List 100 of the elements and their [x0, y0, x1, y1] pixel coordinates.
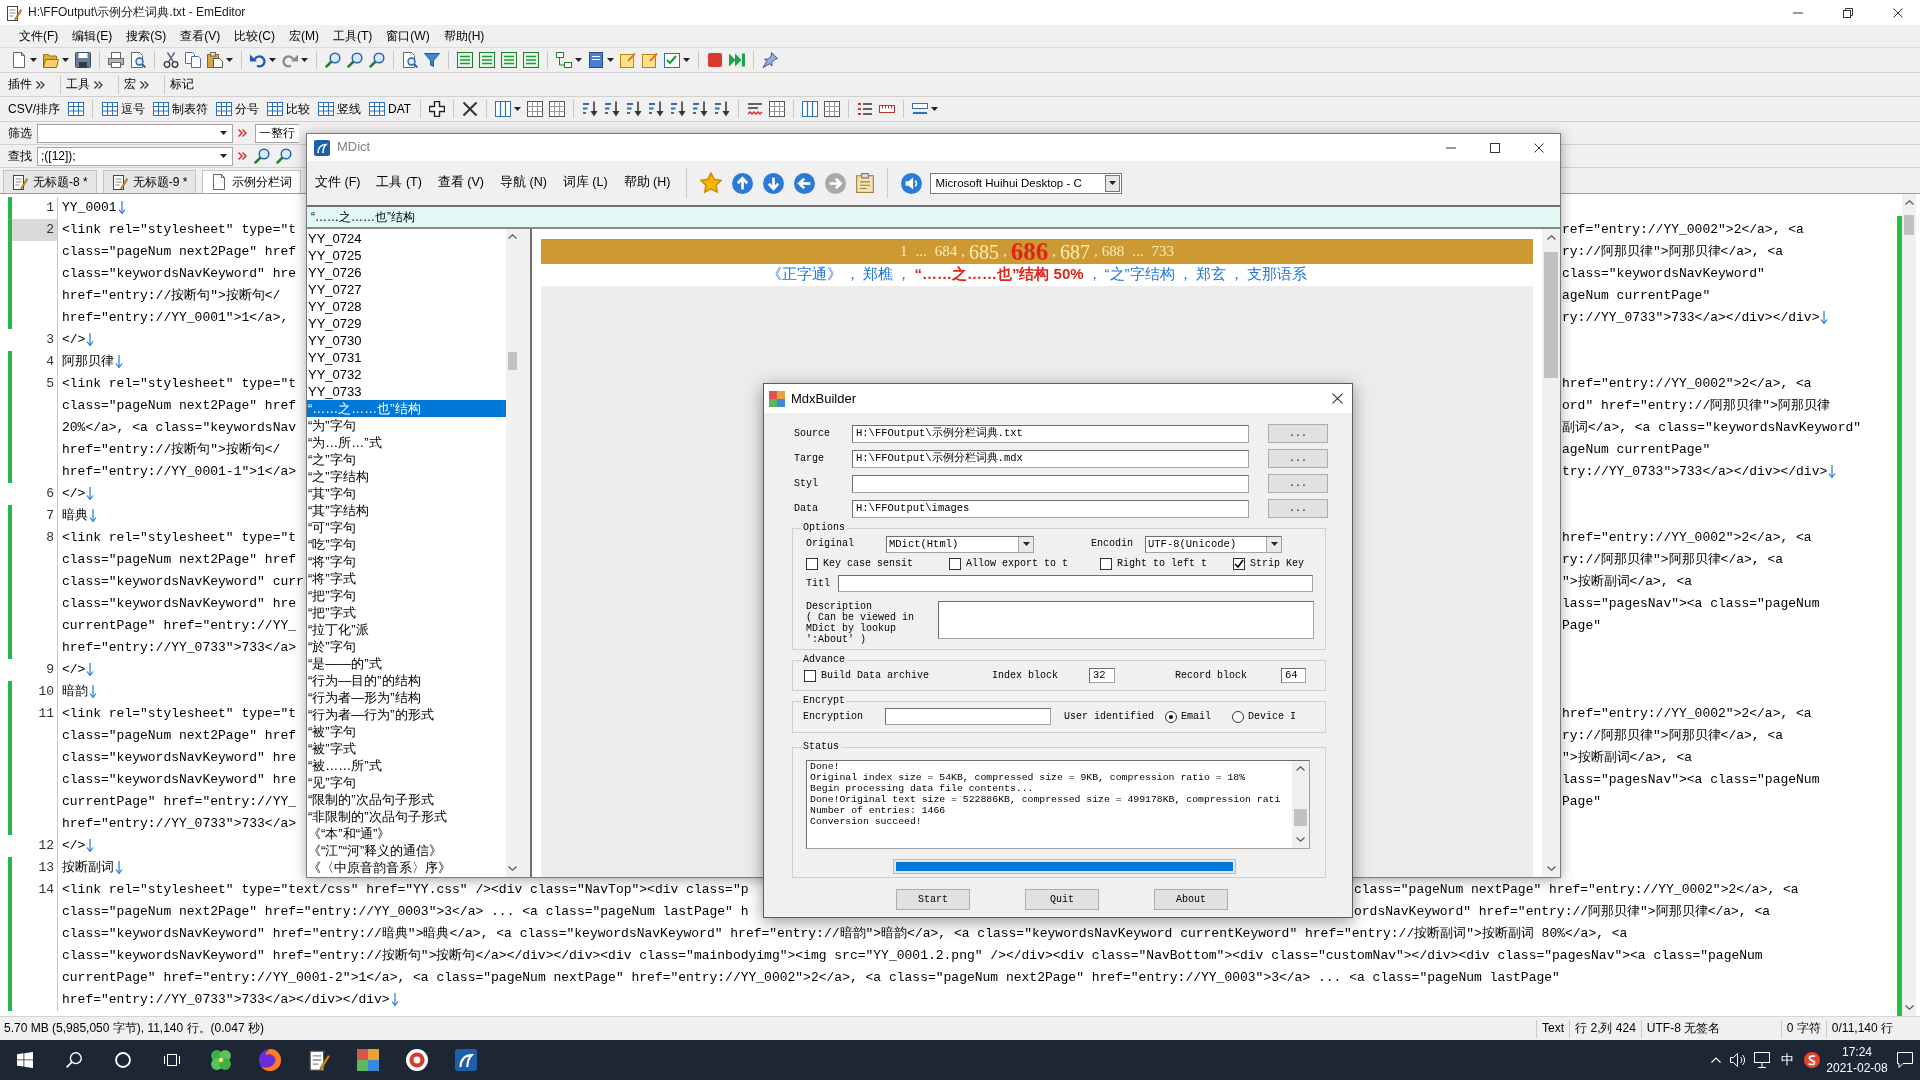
folder-icon[interactable]	[43, 52, 59, 68]
close-icon[interactable]	[1534, 142, 1544, 153]
dialog-button[interactable]: Quit	[1025, 889, 1099, 910]
spellcheck-icon[interactable]	[747, 101, 764, 117]
note-icon[interactable]	[642, 52, 658, 68]
list-item[interactable]: “将”字式	[307, 570, 506, 587]
stop-icon[interactable]	[707, 52, 723, 68]
checklist-icon[interactable]	[664, 52, 680, 68]
scrollbar-thumb[interactable]	[1294, 809, 1307, 826]
scrollbar-thumb[interactable]	[1904, 215, 1914, 235]
list-item[interactable]: “为”字句	[307, 417, 506, 434]
caret-icon[interactable]	[1109, 181, 1117, 185]
radio-button[interactable]	[1165, 710, 1177, 723]
document-icon[interactable]	[11, 52, 27, 68]
task-view-icon[interactable]	[163, 1052, 180, 1068]
browse-button[interactable]: ...	[1268, 499, 1328, 518]
sort-icon[interactable]	[626, 101, 643, 117]
csv-mode-button[interactable]: 竖线	[314, 98, 365, 120]
scissors-icon[interactable]	[163, 52, 179, 68]
checkbox[interactable]	[1100, 557, 1112, 570]
search-icon[interactable]	[65, 1052, 82, 1068]
caret-icon[interactable]	[607, 58, 614, 62]
search-field[interactable]: “……之……也”结构	[307, 205, 1560, 229]
menu-item[interactable]: 工具(T)	[326, 28, 380, 44]
table-icon[interactable]	[68, 101, 84, 117]
caret-icon[interactable]	[269, 58, 276, 62]
caret-icon[interactable]	[931, 107, 939, 111]
list-item[interactable]: “於”字句	[307, 638, 506, 655]
menu-item[interactable]: 查看(V)	[173, 28, 228, 44]
keyword-link[interactable]: 《正字通》	[767, 264, 843, 284]
description-field[interactable]	[938, 601, 1314, 639]
grid-icon[interactable]	[824, 101, 841, 117]
chevron-up-icon[interactable]	[1296, 766, 1305, 771]
lines-icon[interactable]	[457, 52, 473, 68]
monitor-icon[interactable]	[1754, 1052, 1770, 1068]
lines-icon[interactable]	[479, 52, 495, 68]
caret-icon[interactable]	[1270, 542, 1278, 546]
file-tab[interactable]: 示例分栏词	[202, 170, 302, 193]
browse-button[interactable]: ...	[1268, 474, 1328, 493]
menu-item[interactable]: 工具 (T)	[368, 175, 430, 191]
sort-icon[interactable]	[670, 101, 687, 117]
minimize-icon[interactable]	[1793, 11, 1803, 14]
caret-icon[interactable]	[226, 58, 233, 62]
play-icon[interactable]	[729, 52, 745, 68]
grid-icon[interactable]	[527, 101, 544, 117]
list-item[interactable]: “把”字句	[307, 587, 506, 604]
chevron-up-icon[interactable]	[1904, 200, 1914, 205]
chevron-up-icon[interactable]	[508, 234, 517, 239]
clover-icon[interactable]	[209, 1049, 232, 1071]
chevron-icon[interactable]	[140, 80, 149, 89]
file-tab[interactable]: 无标题-9 *	[102, 170, 197, 193]
list-item[interactable]: “之”字结构	[307, 468, 506, 485]
restore-icon[interactable]	[1843, 7, 1853, 18]
app-icon[interactable]	[454, 1049, 477, 1071]
menu-item[interactable]: 文件(F)	[12, 28, 66, 44]
notification-icon[interactable]	[1897, 1052, 1913, 1068]
scrollbar-thumb[interactable]	[508, 352, 517, 370]
pin-icon[interactable]	[762, 52, 778, 68]
sort-icon[interactable]	[648, 101, 665, 117]
line-numbers-icon[interactable]	[857, 101, 874, 117]
menu-item[interactable]: 比较(C)	[227, 28, 282, 44]
checkbox[interactable]	[806, 557, 818, 570]
list-item[interactable]: “见”字句	[307, 774, 506, 791]
columns-icon[interactable]	[495, 101, 512, 117]
list-item[interactable]: “被”字句	[307, 723, 506, 740]
scope-combobox[interactable]: 一整行	[255, 123, 299, 143]
chevron-down-icon[interactable]	[1296, 837, 1305, 842]
sort-icon[interactable]	[582, 101, 599, 117]
list-item[interactable]: “行为者—行为”的形式	[307, 706, 506, 723]
menu-item[interactable]: 词库 (L)	[554, 175, 616, 191]
clock-time[interactable]: 17:24	[1842, 1044, 1872, 1060]
list-item[interactable]: “行为—目的”的结构	[307, 672, 506, 689]
columns-icon[interactable]	[802, 101, 819, 117]
list-item[interactable]: YY_0727	[307, 281, 506, 298]
undo-icon[interactable]	[250, 52, 266, 68]
caret-icon[interactable]	[575, 58, 582, 62]
chevron-up-icon[interactable]	[1546, 235, 1556, 240]
checkbox[interactable]	[804, 669, 816, 682]
list-item[interactable]: YY_0728	[307, 298, 506, 315]
keyword-link[interactable]: 支那语系	[1246, 264, 1307, 284]
ring-icon[interactable]	[114, 1052, 131, 1068]
plus-icon[interactable]	[429, 101, 446, 117]
close-icon[interactable]	[1893, 7, 1903, 18]
caret-icon[interactable]	[30, 58, 37, 62]
csv-mode-button[interactable]: 分号	[212, 98, 263, 120]
csv-mode-button[interactable]: 逗号	[98, 98, 149, 120]
list-item[interactable]: 《“江”“河”释义的通信》	[307, 842, 506, 859]
chevron-icon[interactable]	[36, 80, 45, 89]
sort-icon[interactable]	[604, 101, 621, 117]
list-item[interactable]: YY_0725	[307, 247, 506, 264]
browse-button[interactable]: ...	[1268, 449, 1328, 468]
list-item[interactable]: “吃”字句	[307, 536, 506, 553]
dialog-button[interactable]: About	[1154, 889, 1228, 910]
printer-icon[interactable]	[108, 52, 124, 68]
csv-mode-button[interactable]: 比较	[263, 98, 314, 120]
clipboard-icon[interactable]	[207, 52, 223, 68]
csv-mode-button[interactable]: DAT	[365, 98, 416, 120]
title-field[interactable]	[838, 575, 1313, 592]
menu-item[interactable]: 帮助(H)	[436, 28, 492, 44]
path-field[interactable]: H:\FFOutput\示例分栏词典.mdx	[852, 449, 1249, 468]
